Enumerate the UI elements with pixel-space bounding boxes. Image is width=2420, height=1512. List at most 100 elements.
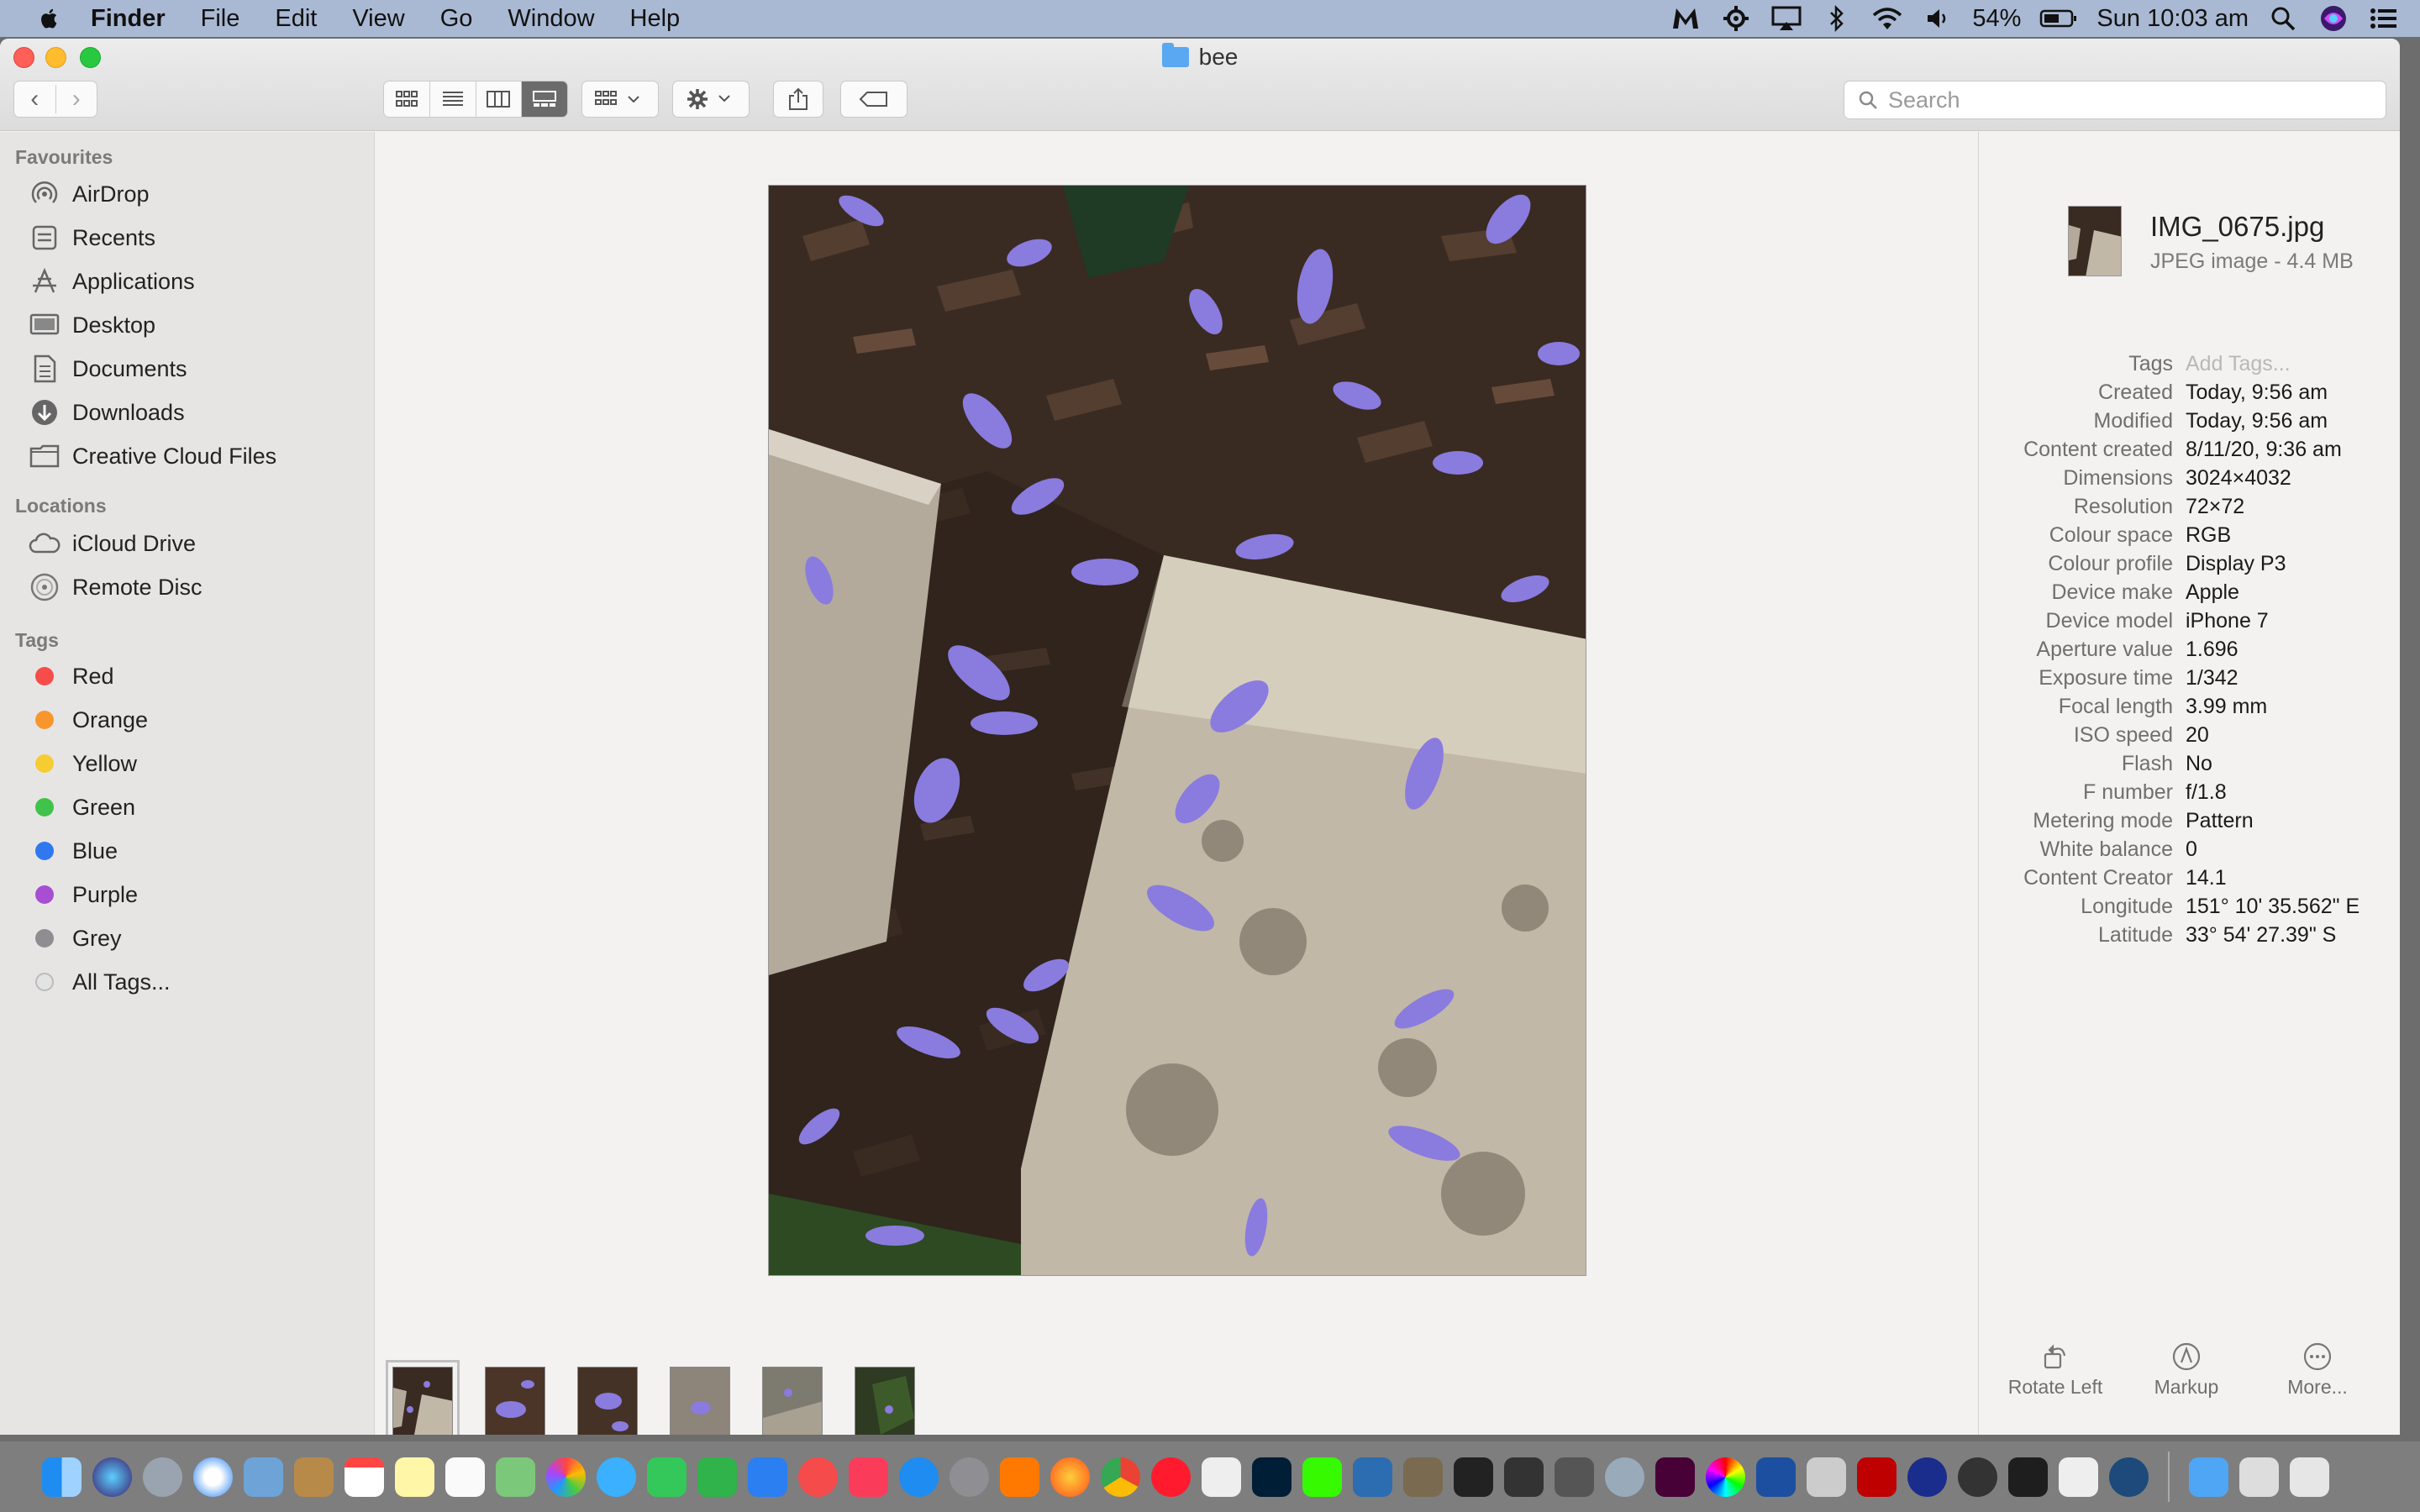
finder-icon[interactable]	[42, 1457, 82, 1497]
calendar-icon[interactable]	[345, 1457, 384, 1497]
sidebar-item-applications[interactable]: Applications	[29, 261, 195, 302]
sidebar-item-airdrop[interactable]: AirDrop	[29, 174, 150, 214]
share-button[interactable]	[773, 81, 823, 118]
battery-icon[interactable]	[2039, 5, 2078, 32]
facetime-icon[interactable]	[647, 1457, 687, 1497]
add-tags-field[interactable]: Add Tags...	[2186, 352, 2291, 376]
rotate-left-button[interactable]: Rotate Left	[1992, 1337, 2118, 1399]
notification-center-icon[interactable]	[2368, 5, 2400, 32]
news-icon[interactable]	[798, 1457, 838, 1497]
sidebar-tag-green[interactable]: Green	[29, 787, 135, 827]
markup-button[interactable]: Markup	[2123, 1337, 2249, 1399]
menu-edit[interactable]: Edit	[275, 5, 317, 33]
messages-icon[interactable]	[597, 1457, 636, 1497]
list-view-button[interactable]	[429, 81, 476, 117]
thumbnail[interactable]	[855, 1367, 915, 1435]
flow-icon[interactable]	[1756, 1457, 1796, 1497]
back-button[interactable]: ‹	[14, 85, 55, 113]
system-preferences-icon[interactable]	[950, 1457, 989, 1497]
thumbnail[interactable]	[577, 1367, 638, 1435]
sidebar-tag-red[interactable]: Red	[29, 656, 114, 696]
icon-view-button[interactable]	[384, 81, 429, 117]
quicktime-icon[interactable]	[2109, 1457, 2149, 1497]
sidebar-tag-yellow[interactable]: Yellow	[29, 743, 137, 784]
sidebar-item-downloads[interactable]: Downloads	[29, 392, 185, 433]
sidebar-item-desktop[interactable]: Desktop	[29, 305, 155, 345]
evernote-icon[interactable]	[1202, 1457, 1241, 1497]
opera-icon[interactable]	[1151, 1457, 1191, 1497]
r-icon[interactable]	[1605, 1457, 1644, 1497]
menu-window[interactable]: Window	[508, 5, 594, 33]
siri-app-icon[interactable]	[92, 1457, 132, 1497]
sidebar-item-recents[interactable]: Recents	[29, 218, 155, 258]
bluetooth-icon[interactable]	[1821, 5, 1853, 32]
adobe-xd-icon[interactable]	[1655, 1457, 1695, 1497]
search-field[interactable]: Search	[1844, 81, 2386, 119]
terminal-icon[interactable]	[1454, 1457, 1493, 1497]
trash-icon[interactable]	[2290, 1457, 2329, 1497]
thumbnail-selected[interactable]	[386, 1360, 460, 1435]
gear-badge-icon[interactable]	[1720, 5, 1752, 32]
menu-clock[interactable]: Sun 10:03 am	[2096, 5, 2249, 33]
audacity-icon[interactable]	[1907, 1457, 1947, 1497]
siri-icon[interactable]	[2317, 5, 2349, 32]
inkscape-icon[interactable]	[1504, 1457, 1544, 1497]
console-icon[interactable]	[2008, 1457, 2048, 1497]
menu-file[interactable]: File	[201, 5, 240, 33]
sidebar-tag-grey[interactable]: Grey	[29, 918, 122, 958]
thumbnail[interactable]	[762, 1367, 823, 1435]
menu-go[interactable]: Go	[440, 5, 473, 33]
dreamweaver-icon[interactable]	[1302, 1457, 1342, 1497]
photoshop-icon[interactable]	[1252, 1457, 1292, 1497]
scanner-icon[interactable]	[1807, 1457, 1846, 1497]
numbers-icon[interactable]	[697, 1457, 737, 1497]
firefox-icon[interactable]	[1050, 1457, 1090, 1497]
safari-icon[interactable]	[193, 1457, 233, 1497]
reminders-icon[interactable]	[445, 1457, 485, 1497]
more-actions-button[interactable]: More...	[2254, 1337, 2381, 1399]
notebook-icon[interactable]	[294, 1457, 334, 1497]
sidebar-item-creative-cloud-files[interactable]: Creative Cloud Files	[29, 436, 276, 476]
folder-stack-icon[interactable]	[2189, 1457, 2228, 1497]
pencil-app-icon[interactable]	[1353, 1457, 1392, 1497]
malwarebytes-icon[interactable]	[1670, 5, 1702, 32]
thumbnail[interactable]	[670, 1367, 730, 1435]
sidebar-item-icloud-drive[interactable]: iCloud Drive	[29, 523, 196, 564]
chrome-icon[interactable]	[1101, 1457, 1140, 1497]
column-view-button[interactable]	[475, 81, 522, 117]
maps-icon[interactable]	[496, 1457, 535, 1497]
volume-icon[interactable]	[1922, 5, 1954, 32]
music-icon[interactable]	[849, 1457, 888, 1497]
action-menu-button[interactable]	[672, 81, 750, 118]
sidebar-item-remote-disc[interactable]: Remote Disc	[29, 567, 203, 607]
app-store-icon[interactable]	[899, 1457, 939, 1497]
preview-app-icon[interactable]	[244, 1457, 283, 1497]
notes-icon[interactable]	[395, 1457, 434, 1497]
launchpad-icon[interactable]	[143, 1457, 182, 1497]
sidebar-tag-purple[interactable]: Purple	[29, 874, 138, 915]
calculator-icon[interactable]	[1555, 1457, 1594, 1497]
wifi-icon[interactable]	[1871, 5, 1903, 32]
edit-tags-button[interactable]	[840, 81, 908, 118]
keynote-icon[interactable]	[748, 1457, 787, 1497]
color-wheel-icon[interactable]	[1706, 1457, 1745, 1497]
photo-preview[interactable]	[768, 185, 1586, 1276]
airplay-icon[interactable]	[1770, 5, 1802, 32]
downloads-stack-icon[interactable]	[2239, 1457, 2279, 1497]
sidebar-tag-orange[interactable]: Orange	[29, 700, 148, 740]
filezilla-icon[interactable]	[1857, 1457, 1897, 1497]
apple-menu-icon[interactable]	[37, 6, 62, 31]
sidebar-tag-blue[interactable]: Blue	[29, 831, 118, 871]
thumbnail[interactable]	[485, 1367, 545, 1435]
sidebar-item-documents[interactable]: Documents	[29, 349, 187, 389]
photos-icon[interactable]	[546, 1457, 586, 1497]
group-by-button[interactable]	[581, 81, 659, 118]
avast-icon[interactable]	[1000, 1457, 1039, 1497]
gallery-view-button[interactable]	[521, 81, 567, 117]
gimp-icon[interactable]	[1403, 1457, 1443, 1497]
menu-app-name[interactable]: Finder	[91, 5, 166, 33]
menu-view[interactable]: View	[352, 5, 404, 33]
fontforge-icon[interactable]	[1958, 1457, 1997, 1497]
forward-button[interactable]: ›	[55, 85, 97, 113]
menu-help[interactable]: Help	[630, 5, 681, 33]
